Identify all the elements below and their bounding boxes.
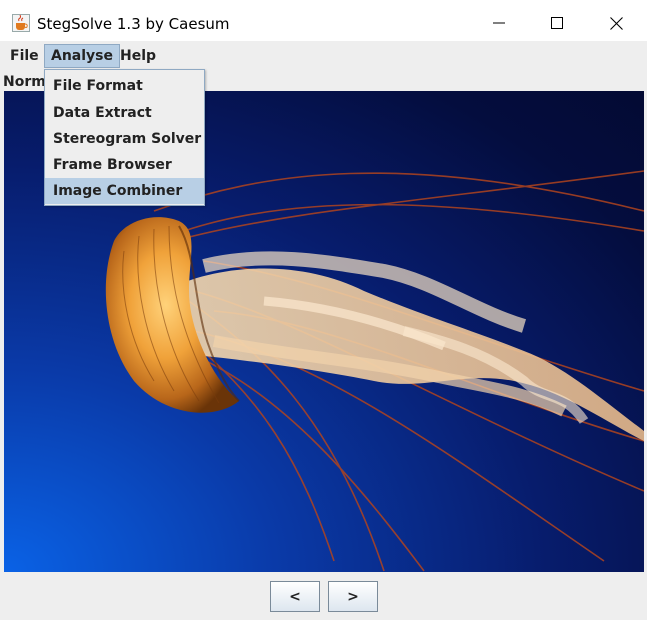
menuitem-image-combiner[interactable]: Image Combiner <box>45 178 204 204</box>
menu-help[interactable]: Help <box>114 44 162 68</box>
close-icon <box>609 16 623 30</box>
menuitem-frame-browser[interactable]: Frame Browser <box>45 152 204 178</box>
maximize-icon <box>551 17 563 29</box>
analyse-dropdown-menu: File Format Data Extract Stereogram Solv… <box>44 69 205 206</box>
stegsolve-window: StegSolve 1.3 by Caesum File Analyse Hel… <box>0 0 647 620</box>
menu-file[interactable]: File <box>4 44 45 68</box>
close-button[interactable] <box>587 0 645 46</box>
java-cup-icon <box>12 14 30 32</box>
menuitem-file-format[interactable]: File Format <box>45 73 204 99</box>
window-title: StegSolve 1.3 by Caesum <box>37 15 230 33</box>
next-button[interactable]: > <box>328 581 378 612</box>
minimize-button[interactable] <box>470 0 528 46</box>
menu-analyse[interactable]: Analyse <box>44 44 121 68</box>
title-bar[interactable]: StegSolve 1.3 by Caesum <box>0 0 647 46</box>
maximize-button[interactable] <box>528 0 586 46</box>
menuitem-stereogram-solver[interactable]: Stereogram Solver <box>45 126 204 152</box>
menuitem-data-extract[interactable]: Data Extract <box>45 100 204 126</box>
prev-button[interactable]: < <box>270 581 320 612</box>
minimize-icon <box>493 22 505 24</box>
menu-bar: File Analyse Help <box>0 41 647 70</box>
